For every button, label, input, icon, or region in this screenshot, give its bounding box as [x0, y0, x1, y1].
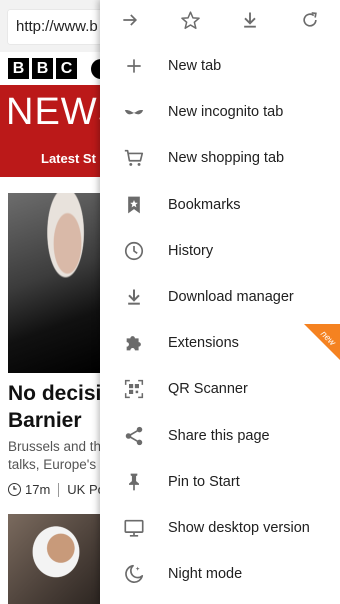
bookmark-star-icon — [122, 193, 146, 217]
menu-item-label: History — [168, 242, 214, 259]
refresh-icon — [303, 12, 317, 27]
menu-item-label: New shopping tab — [168, 150, 285, 167]
article-photo-2[interactable] — [8, 514, 104, 604]
download-icon — [122, 285, 146, 309]
menu-item-label: Bookmarks — [168, 196, 241, 213]
article-meta: 17m UK Po — [8, 482, 105, 497]
summary-line: talks, Europe's — [8, 457, 97, 472]
menu-item-qr-scanner[interactable]: QR Scanner — [100, 366, 340, 412]
menu-item-label: New tab — [168, 58, 222, 75]
clock-icon — [122, 239, 146, 263]
bbc-letter: B — [32, 58, 53, 79]
refresh-button[interactable] — [298, 8, 322, 32]
clock-icon — [8, 483, 21, 496]
menu-item-bookmarks[interactable]: Bookmarks — [100, 182, 340, 228]
puzzle-icon — [122, 331, 146, 355]
article-time: 17m — [25, 482, 51, 497]
headline-line: Barnier — [8, 409, 82, 432]
menu-item-pin-to-start[interactable]: Pin to Start — [100, 459, 340, 505]
menu-item-night-mode[interactable]: Night mode — [100, 551, 340, 597]
monitor-icon — [122, 516, 146, 540]
qr-icon — [122, 377, 146, 401]
menu-item-label: Download manager — [168, 289, 294, 306]
new-badge: new — [304, 324, 340, 360]
forward-icon — [123, 14, 138, 26]
summary-line: Brussels and th — [8, 439, 102, 454]
incognito-mask-icon — [122, 100, 146, 124]
menu-toolbar — [100, 0, 340, 40]
menu-item-new-shopping-tab[interactable]: New shopping tab — [100, 135, 340, 181]
bbc-letter: B — [8, 58, 29, 79]
menu-item-label: QR Scanner — [168, 381, 248, 398]
download-button[interactable] — [238, 8, 262, 32]
menu-item-share-this-page[interactable]: Share this page — [100, 413, 340, 459]
menu-list: New tab New incognito tab New shopping t… — [100, 43, 340, 597]
menu-item-label: Pin to Start — [168, 473, 240, 490]
menu-item-show-desktop-version[interactable]: Show desktop version — [100, 505, 340, 551]
plus-icon — [122, 54, 146, 78]
article-photo[interactable] — [8, 193, 104, 373]
menu-item-label: Extensions — [168, 335, 239, 352]
browser-menu: New tab New incognito tab New shopping t… — [100, 0, 340, 604]
pin-icon — [122, 470, 146, 494]
download-icon — [244, 12, 256, 28]
article-summary: Brussels and th talks, Europe's — [8, 438, 101, 474]
menu-item-history[interactable]: History — [100, 228, 340, 274]
bbc-letter: C — [56, 58, 77, 79]
moon-icon — [122, 562, 146, 586]
menu-item-label: Show desktop version — [168, 519, 310, 536]
menu-item-new-incognito-tab[interactable]: New incognito tab — [100, 89, 340, 135]
menu-item-new-tab[interactable]: New tab — [100, 43, 340, 89]
headline-line: No decisiv — [8, 382, 114, 405]
article-headline[interactable]: No decisiv Barnier — [8, 380, 113, 434]
shopping-cart-icon — [122, 146, 146, 170]
meta-divider — [58, 482, 60, 497]
share-icon — [122, 424, 146, 448]
menu-item-download-manager[interactable]: Download manager — [100, 274, 340, 320]
star-icon — [180, 10, 200, 29]
bookmark-star-button[interactable] — [178, 8, 202, 32]
menu-item-label: New incognito tab — [168, 104, 284, 121]
menu-item-label: Night mode — [168, 566, 243, 583]
subnav-latest[interactable]: Latest St — [41, 151, 96, 166]
menu-item-label: Share this page — [168, 427, 270, 444]
forward-button[interactable] — [118, 8, 142, 32]
bbc-logo[interactable]: B B C — [8, 58, 77, 79]
